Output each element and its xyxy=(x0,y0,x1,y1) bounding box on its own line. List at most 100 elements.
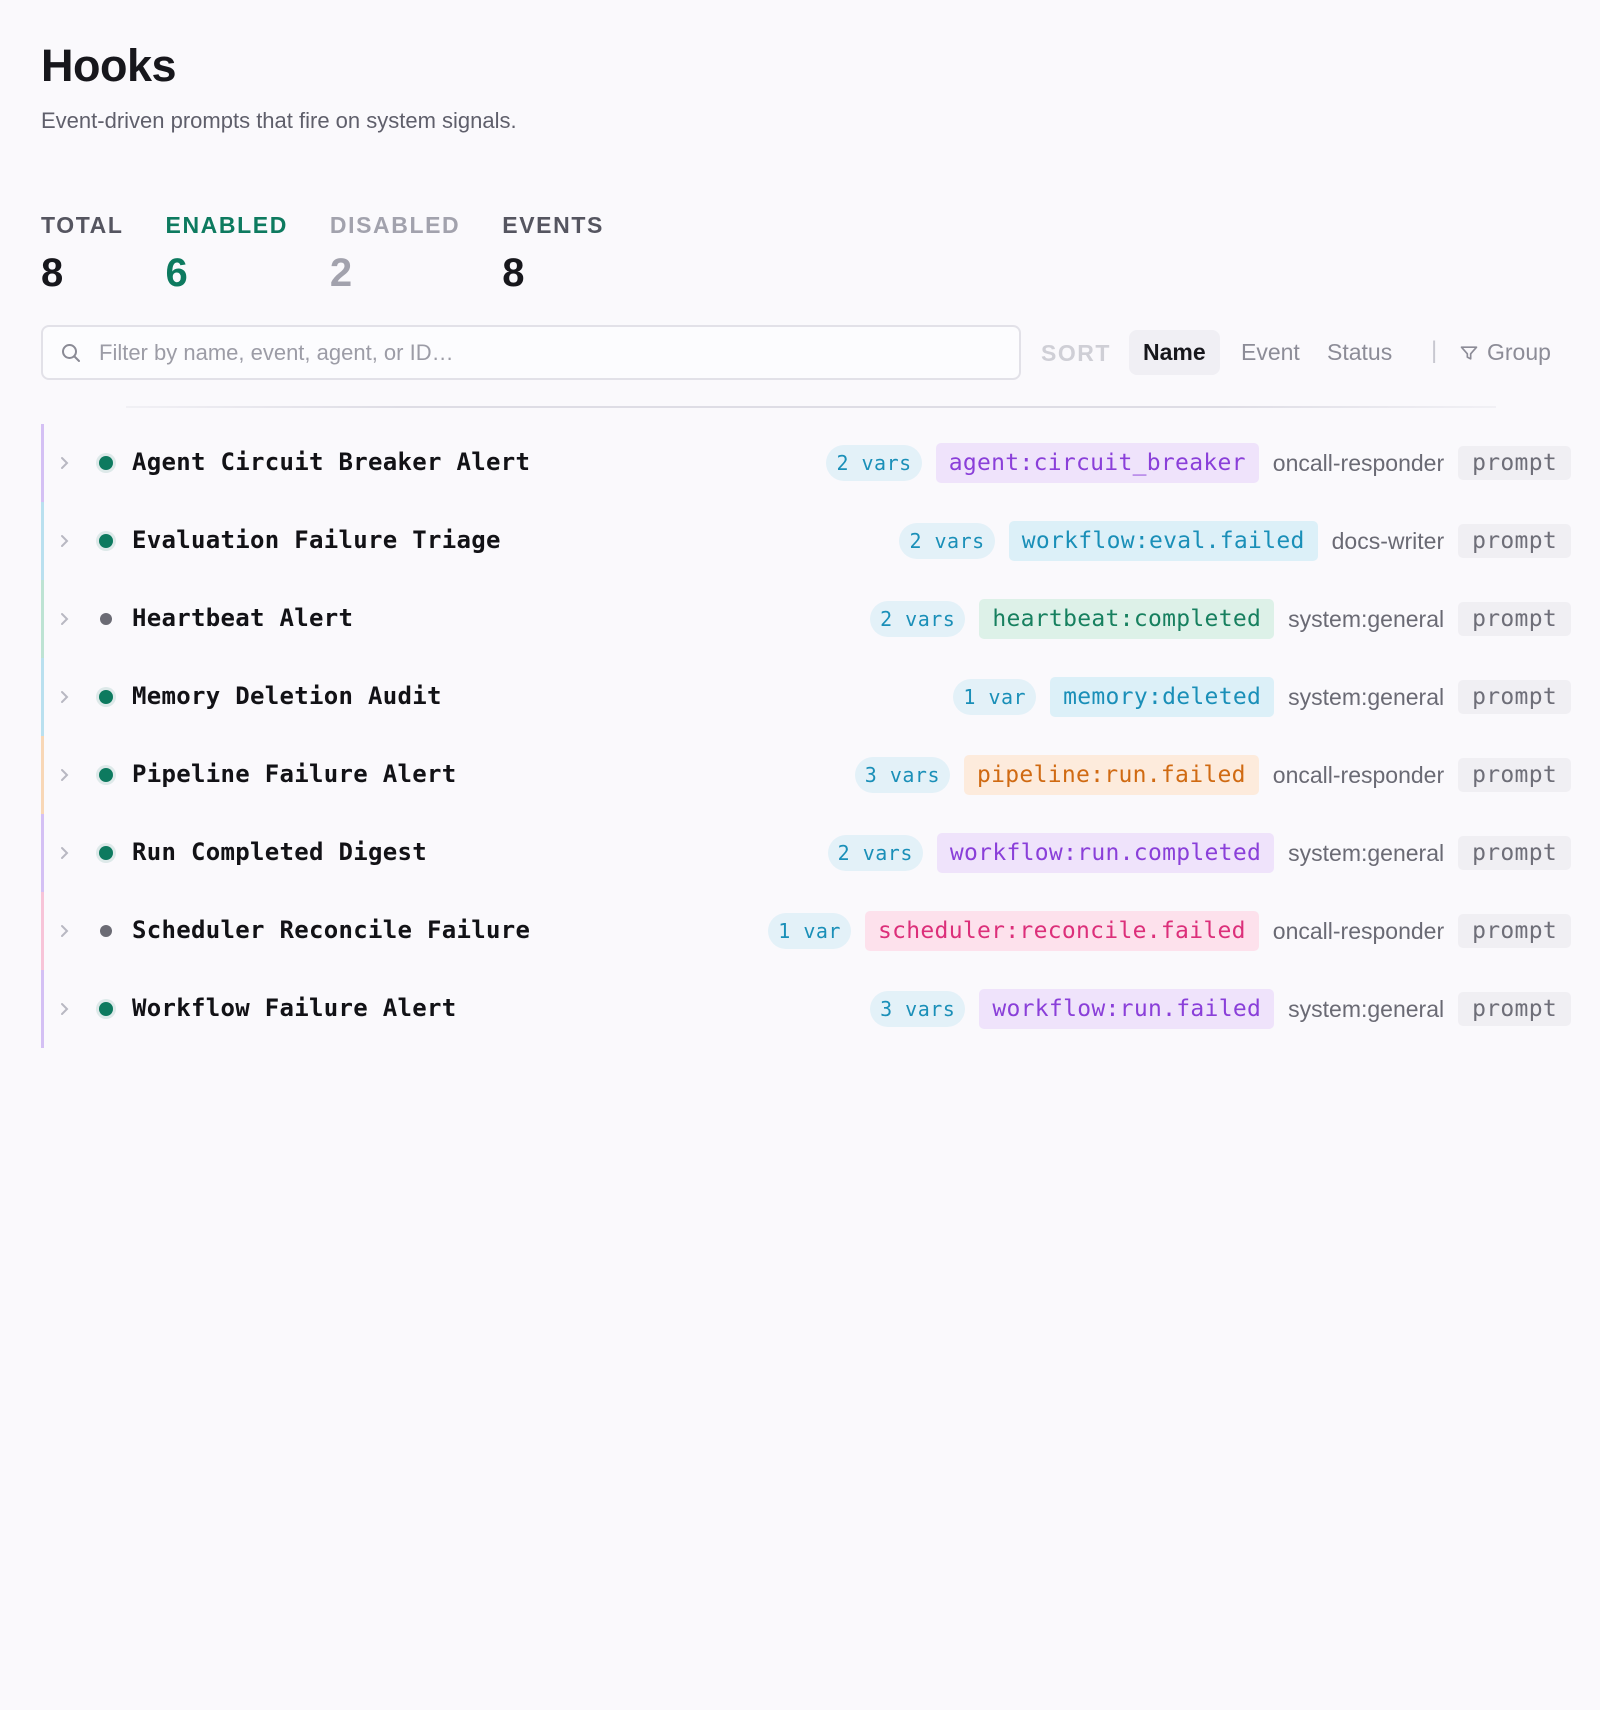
event-tag: pipeline:run.failed xyxy=(963,755,1259,795)
hook-meta: 2 vars workflow:eval.failed docs-writer pro… xyxy=(899,502,1571,580)
sort-name-button[interactable]: Name xyxy=(1129,330,1220,375)
status-dot xyxy=(99,534,113,548)
vars-badge: 3 vars xyxy=(854,757,950,793)
stat-total-value: 8 xyxy=(41,251,64,295)
stat-disabled-label: DISABLED xyxy=(329,212,461,238)
vars-badge: 2 vars xyxy=(870,601,966,637)
agent-label: system:general xyxy=(1288,995,1445,1022)
sort-event-button[interactable]: Event xyxy=(1227,330,1314,375)
filter-icon xyxy=(1460,345,1478,360)
hook-row[interactable]: Heartbeat Alert 2 vars heartbeat:completed… xyxy=(41,580,1571,658)
hook-meta: 2 vars workflow:run.completed system:gener… xyxy=(827,814,1571,892)
chevron-right-icon[interactable] xyxy=(58,843,72,863)
stats-bar: TOTAL 8 ENABLED 6 DISABLED 2 EVENTS 8 xyxy=(41,212,646,293)
stat-total-label: TOTAL xyxy=(41,212,124,238)
hook-meta: 1 var scheduler:reconcile.failed oncall-re… xyxy=(768,892,1571,970)
stat-disabled: DISABLED 2 xyxy=(330,212,460,293)
stat-events-value: 8 xyxy=(502,251,525,295)
search-input[interactable] xyxy=(99,339,1019,366)
stat-enabled: ENABLED 6 xyxy=(166,212,288,293)
chevron-right-icon[interactable] xyxy=(58,609,72,629)
stat-events: EVENTS 8 xyxy=(502,212,604,293)
hook-row[interactable]: Run Completed Digest 2 vars workflow:run.c… xyxy=(41,814,1571,892)
agent-label: docs-writer xyxy=(1331,527,1445,554)
hook-meta: 3 vars pipeline:run.failed oncall-responde… xyxy=(854,736,1571,814)
kind-badge: prompt xyxy=(1458,914,1571,948)
group-button[interactable]: Group xyxy=(1459,330,1551,375)
hooks-page: Hooks Event-driven prompts that fire on … xyxy=(0,0,1600,1710)
chevron-right-icon[interactable] xyxy=(58,921,72,941)
hook-row[interactable]: Scheduler Reconcile Failure 1 var schedule… xyxy=(41,892,1571,970)
vars-badge: 1 var xyxy=(953,679,1037,715)
hook-name[interactable]: Run Completed Digest xyxy=(132,838,427,866)
hook-row[interactable]: Workflow Failure Alert 3 vars workflow:run… xyxy=(41,970,1571,1048)
event-tag: scheduler:reconcile.failed xyxy=(864,911,1259,951)
status-dot xyxy=(99,768,113,782)
kind-badge: prompt xyxy=(1458,602,1571,636)
hook-row[interactable]: Memory Deletion Audit 1 var memory:deleted… xyxy=(41,658,1571,736)
page-title: Hooks xyxy=(41,40,177,91)
stat-events-label: EVENTS xyxy=(502,212,604,238)
hook-meta: 2 vars agent:circuit_breaker oncall-respon… xyxy=(826,424,1571,502)
status-dot xyxy=(100,613,112,625)
vars-badge: 1 var xyxy=(768,913,851,949)
sort-label: SORT xyxy=(1041,340,1111,366)
chevron-right-icon[interactable] xyxy=(58,765,72,785)
stat-total: TOTAL 8 xyxy=(41,212,124,293)
hook-name[interactable]: Heartbeat Alert xyxy=(132,604,353,632)
vars-badge: 2 vars xyxy=(827,835,923,871)
agent-label: oncall-responder xyxy=(1272,761,1445,788)
hook-name[interactable]: Agent Circuit Breaker Alert xyxy=(132,448,530,476)
hook-name[interactable]: Evaluation Failure Triage xyxy=(132,526,501,554)
kind-badge: prompt xyxy=(1458,680,1571,714)
agent-label: system:general xyxy=(1288,683,1445,710)
agent-label: system:general xyxy=(1288,839,1445,866)
event-tag: workflow:run.failed xyxy=(979,989,1275,1029)
hook-row[interactable]: Pipeline Failure Alert 3 vars pipeline:run… xyxy=(41,736,1571,814)
status-dot xyxy=(99,456,113,470)
agent-label: system:general xyxy=(1288,605,1445,632)
stat-disabled-value: 2 xyxy=(329,251,353,295)
agent-label: oncall-responder xyxy=(1272,917,1445,944)
chevron-right-icon[interactable] xyxy=(58,999,72,1019)
search-icon xyxy=(62,343,80,362)
vars-badge: 2 vars xyxy=(899,523,995,559)
chevron-right-icon[interactable] xyxy=(58,453,72,473)
event-tag: agent:circuit_breaker xyxy=(935,443,1259,483)
status-dot xyxy=(99,690,113,704)
stat-enabled-value: 6 xyxy=(165,251,188,295)
list-divider xyxy=(126,406,1496,408)
vars-badge: 2 vars xyxy=(826,445,922,481)
page-subtitle: Event-driven prompts that fire on system… xyxy=(41,108,517,133)
status-dot xyxy=(100,925,112,937)
hook-name[interactable]: Memory Deletion Audit xyxy=(132,682,442,710)
status-dot xyxy=(99,846,113,860)
hook-list: Agent Circuit Breaker Alert 2 vars agent:c… xyxy=(41,424,1571,1048)
event-tag: memory:deleted xyxy=(1050,677,1275,717)
kind-badge: prompt xyxy=(1458,524,1571,558)
chevron-right-icon[interactable] xyxy=(58,531,72,551)
sort-status-button[interactable]: Status xyxy=(1313,330,1406,375)
hook-meta: 2 vars heartbeat:completed system:general p… xyxy=(870,580,1571,658)
toolbar: SORT Name Event Status | Group xyxy=(41,325,1571,380)
event-tag: workflow:eval.failed xyxy=(1008,521,1318,561)
event-tag: workflow:run.completed xyxy=(936,833,1275,873)
status-dot xyxy=(99,1002,113,1016)
group-button-label: Group xyxy=(1487,339,1551,365)
kind-badge: prompt xyxy=(1458,758,1571,792)
kind-badge: prompt xyxy=(1458,446,1571,480)
hook-name[interactable]: Scheduler Reconcile Failure xyxy=(132,916,530,944)
hook-meta: 3 vars workflow:run.failed system:general p… xyxy=(870,970,1571,1048)
chevron-right-icon[interactable] xyxy=(58,687,72,707)
hook-meta: 1 var memory:deleted system:general prompt xyxy=(953,658,1571,736)
hook-row[interactable]: Evaluation Failure Triage 2 vars workflow:… xyxy=(41,502,1571,580)
toolbar-divider: | xyxy=(1431,337,1438,364)
hook-name[interactable]: Pipeline Failure Alert xyxy=(132,760,456,788)
hook-name[interactable]: Workflow Failure Alert xyxy=(132,994,456,1022)
search-box[interactable] xyxy=(41,325,1021,380)
kind-badge: prompt xyxy=(1458,992,1571,1026)
agent-label: oncall-responder xyxy=(1272,449,1445,476)
hook-row[interactable]: Agent Circuit Breaker Alert 2 vars agent:c… xyxy=(41,424,1571,502)
kind-badge: prompt xyxy=(1458,836,1571,870)
stat-enabled-label: ENABLED xyxy=(165,212,288,238)
